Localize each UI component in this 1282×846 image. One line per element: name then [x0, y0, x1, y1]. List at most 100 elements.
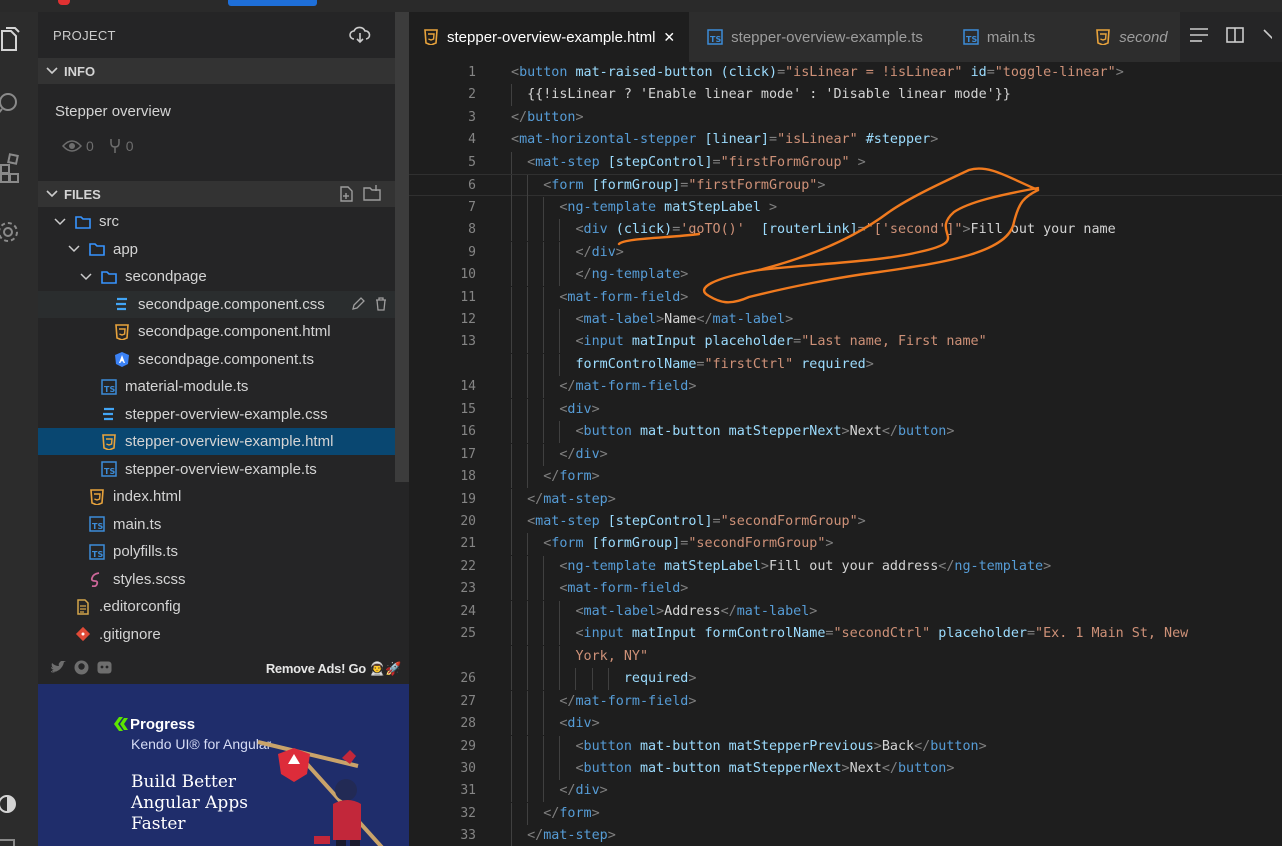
indent-guide — [527, 757, 529, 780]
twitter-icon[interactable] — [50, 660, 66, 677]
code-line[interactable]: 5 <mat-step [stepControl]="firstFormGroup… — [409, 151, 1282, 174]
edit-icon[interactable] — [351, 296, 365, 315]
code-line[interactable]: 10 </ng-template> — [409, 264, 1282, 287]
code-line[interactable]: 9 </div> — [409, 241, 1282, 264]
tab-2[interactable]: TS main.ts — [948, 12, 1082, 62]
code-token: ng-template — [591, 267, 681, 283]
tree-file[interactable]: styles.scss — [38, 566, 395, 593]
top-action-button[interactable] — [228, 0, 317, 6]
code-token: ng-template — [567, 199, 657, 215]
code-text: <form [formGroup]="firstFormGroup"> — [543, 175, 825, 197]
code-line[interactable]: 16 <button mat-button matStepperNext>Next… — [409, 421, 1282, 444]
tree-file[interactable]: TS stepper-overview-example.ts — [38, 456, 395, 483]
indent-guide — [511, 443, 512, 466]
github-icon[interactable] — [74, 660, 89, 678]
indent-guide — [559, 331, 561, 354]
tree-file[interactable]: index.html — [38, 483, 395, 510]
outline-icon[interactable] — [1190, 27, 1208, 47]
code-line[interactable]: 33 </mat-step> — [409, 825, 1282, 846]
code-line[interactable]: 29 <button mat-button matStepperPrevious>… — [409, 735, 1282, 758]
code-line[interactable]: 14 </mat-form-field> — [409, 376, 1282, 399]
code-line[interactable]: 26 required> — [409, 668, 1282, 691]
search-icon[interactable] — [0, 86, 38, 122]
code-line[interactable]: 11 <mat-form-field> — [409, 286, 1282, 309]
code-line[interactable]: 31 </div> — [409, 780, 1282, 803]
tree-file[interactable]: secondpage.component.ts — [38, 346, 395, 373]
code-token: form — [559, 469, 592, 485]
code-text: <form [formGroup]="secondFormGroup"> — [543, 533, 833, 555]
code-line[interactable]: 27 </mat-form-field> — [409, 690, 1282, 713]
code-line[interactable]: 15 <div> — [409, 398, 1282, 421]
new-folder-icon[interactable] — [363, 185, 381, 204]
editor-actions — [1180, 12, 1282, 62]
info-section-header[interactable]: INFO — [38, 58, 395, 84]
download-cloud-icon[interactable] — [349, 26, 371, 47]
code-line[interactable]: 30 <button mat-button matStepperNext>Next… — [409, 757, 1282, 780]
ninja-illustration — [257, 740, 384, 846]
tree-file[interactable]: secondpage.component.html — [38, 318, 395, 345]
code-line[interactable]: 1 <button mat-raised-button (click)="isLi… — [409, 62, 1282, 84]
close-tab-icon[interactable]: ✕ — [663, 29, 675, 46]
code-line[interactable]: 6 <form [formGroup]="firstFormGroup"> — [409, 174, 1282, 198]
tab-1[interactable]: TS stepper-overview-example.ts — [689, 12, 949, 62]
code-text: required> — [624, 668, 697, 690]
code-line[interactable]: 13 <input matInput placeholder="Last name… — [409, 331, 1282, 354]
discord-icon[interactable] — [97, 661, 112, 677]
code-line[interactable]: 8 <div (click)='goTO()' [routerLink]="['s… — [409, 219, 1282, 242]
code-line[interactable]: 7 <ng-template matStepLabel > — [409, 196, 1282, 219]
code-token: < — [575, 603, 584, 619]
code-line[interactable]: 12 <mat-label>Name</mat-label> — [409, 308, 1282, 331]
code-line[interactable]: 23 <mat-form-field> — [409, 578, 1282, 601]
close-editor-icon[interactable] — [1262, 27, 1277, 48]
chevron-down-icon — [79, 272, 93, 281]
code-token: formControlName — [704, 626, 826, 642]
code-line[interactable]: 2 {{!isLinear ? 'Enable linear mode' : 'D… — [409, 84, 1282, 107]
tree-file[interactable]: secondpage.component.css — [38, 290, 395, 318]
code-line[interactable]: York, NY" — [409, 645, 1282, 668]
tab-0[interactable]: stepper-overview-example.html ✕ — [409, 12, 690, 62]
code-line[interactable]: 20 <mat-step [stepControl]="secondFormGro… — [409, 511, 1282, 533]
split-editor-icon[interactable] — [1226, 26, 1244, 48]
code-line[interactable]: 21 <form [formGroup]="secondFormGroup"> — [409, 533, 1282, 556]
settings-icon[interactable] — [0, 214, 38, 250]
code-line[interactable]: 22 <ng-template matStepLabel>Fill out you… — [409, 555, 1282, 578]
tree-folder[interactable]: app — [38, 236, 395, 263]
files-section-header[interactable]: FILES — [38, 181, 395, 207]
theme-toggle-icon[interactable] — [0, 786, 38, 822]
code-token: < — [575, 760, 584, 776]
code-line[interactable]: 3 </button> — [409, 107, 1282, 129]
code-line[interactable]: formControlName="firstCtrl" required> — [409, 353, 1282, 376]
code-line[interactable]: 4 <mat-horizontal-stepper [linear]="isLin… — [409, 129, 1282, 151]
tree-file[interactable]: .editorconfig — [38, 593, 395, 620]
code-area[interactable]: 1 <button mat-raised-button (click)="isLi… — [409, 62, 1282, 846]
trash-icon[interactable] — [375, 296, 387, 315]
extensions-icon[interactable] — [0, 150, 38, 186]
code-line[interactable]: 25 <input matInput formControlName = "secon… — [409, 623, 1282, 646]
account-icon[interactable] — [0, 820, 38, 846]
code-line[interactable]: 18 </form> — [409, 466, 1282, 489]
tree-folder[interactable]: secondpage — [38, 263, 395, 290]
code-line[interactable]: 32 </form> — [409, 802, 1282, 825]
tree-file[interactable]: TS material-module.ts — [38, 373, 395, 400]
tree-file[interactable]: stepper-overview-example.html — [38, 428, 395, 455]
new-file-icon[interactable] — [339, 185, 355, 205]
tree-file[interactable]: TS polyfills.ts — [38, 538, 395, 565]
tree-file[interactable]: stepper-overview-example.css — [38, 401, 395, 428]
indent-guide — [527, 376, 529, 399]
code-line[interactable]: 28 <div> — [409, 713, 1282, 736]
tree-file[interactable]: .gitignore — [38, 621, 395, 648]
sidebar-scrollbar[interactable] — [395, 12, 409, 482]
code-line[interactable]: 17 </div> — [409, 443, 1282, 466]
tree-folder[interactable]: src — [38, 208, 395, 235]
indent-guide — [543, 600, 545, 623]
code-line[interactable]: 24 <mat-label>Address</mat-label> — [409, 600, 1282, 623]
code-line[interactable]: 19 </mat-step> — [409, 488, 1282, 511]
code-token: > — [591, 469, 600, 485]
tree-file[interactable]: TS main.ts — [38, 511, 395, 538]
ad-banner[interactable]: Progress Kendo UI® for Angular Build Bet… — [38, 684, 409, 846]
files-icon[interactable] — [0, 22, 38, 58]
tab-3[interactable]: second — [1081, 12, 1182, 62]
remove-ads-link[interactable]: Remove Ads! Go 👨‍🚀🚀 — [266, 661, 401, 677]
indent-guide — [527, 196, 529, 219]
